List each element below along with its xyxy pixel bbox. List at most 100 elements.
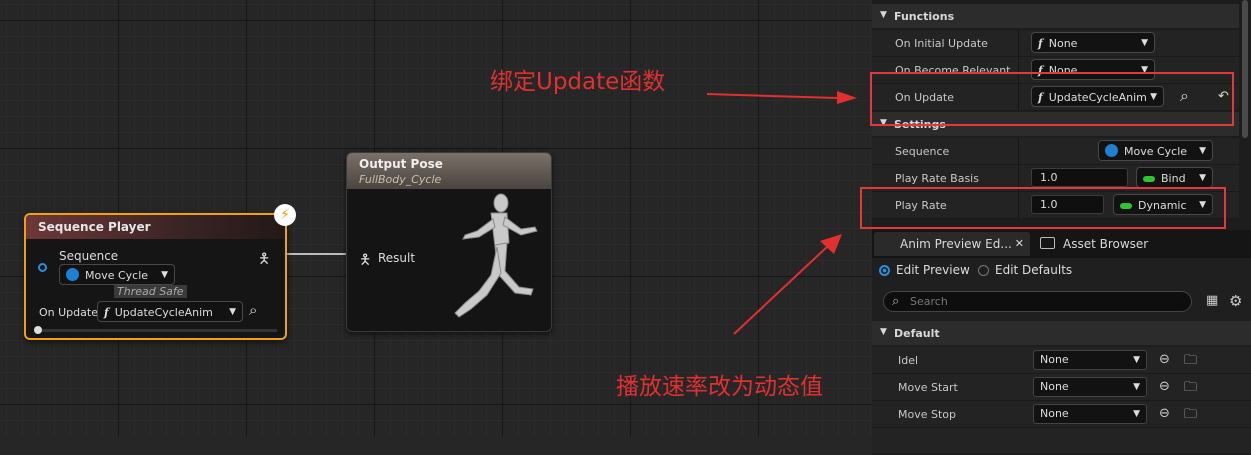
- pin-connector-icon[interactable]: [38, 263, 47, 272]
- dropdown-value: Move Cycle: [1124, 145, 1188, 158]
- result-pin-label: Result: [378, 251, 416, 265]
- search-input[interactable]: ⌕ Search: [883, 291, 1192, 312]
- function-icon: f: [1038, 37, 1043, 50]
- dropdown-value: Bind: [1161, 172, 1186, 185]
- edit-defaults-radio[interactable]: Edit Defaults: [978, 263, 1072, 277]
- idel-dropdown[interactable]: None ▼: [1033, 350, 1147, 370]
- section-title: Functions: [894, 10, 955, 23]
- function-icon: f: [104, 306, 109, 319]
- node-title: Sequence Player: [26, 215, 285, 239]
- thread-safe-badge: Thread Safe: [114, 285, 187, 298]
- bind-status-icon: [1143, 176, 1155, 182]
- functions-section-header[interactable]: ▼ Functions: [872, 4, 1239, 28]
- node-title: Output Pose: [359, 157, 443, 171]
- search-icon[interactable]: ⌕: [249, 301, 257, 319]
- anim-graph-canvas[interactable]: Sequence Player Sequence 🯅 Move Cycle ▼ …: [0, 0, 872, 436]
- row-on-initial-update: On Initial Update f None ▼: [872, 30, 1239, 57]
- sequence-player-node[interactable]: Sequence Player Sequence 🯅 Move Cycle ▼ …: [24, 213, 287, 340]
- collapse-arrow-icon: ▼: [880, 10, 887, 20]
- sequence-dropdown[interactable]: Move Cycle ▼: [1098, 140, 1213, 161]
- anim-sequence-icon: [66, 268, 79, 281]
- radio-unselected-icon: [978, 265, 989, 276]
- radio-label: Edit Preview: [896, 263, 970, 277]
- play-rate-basis-bind-dropdown[interactable]: Bind ▼: [1136, 167, 1213, 188]
- chevron-down-icon: ▼: [161, 270, 168, 280]
- on-update-label: On Update: [39, 306, 98, 319]
- node-subtitle: FullBody_Cycle: [359, 173, 442, 186]
- chevron-down-icon: ▼: [1133, 382, 1140, 392]
- browse-back-icon[interactable]: ⊖: [1159, 352, 1170, 367]
- gear-icon[interactable]: ⚙: [1229, 292, 1242, 310]
- output-pose-header: Output Pose FullBody_Cycle: [347, 153, 551, 189]
- tab-anim-preview[interactable]: Anim Preview Ed... ✕: [874, 232, 1030, 256]
- row-label: Move Start: [898, 381, 958, 394]
- dropdown-value: None: [1048, 37, 1078, 50]
- search-icon: ⌕: [892, 294, 900, 309]
- radio-label: Edit Defaults: [995, 263, 1073, 277]
- radio-selected-icon: [879, 265, 890, 276]
- section-title: Default: [894, 327, 940, 340]
- person-icon: 🯅: [258, 251, 271, 267]
- anim-preview-panel: Anim Preview Ed... ✕ Asset Browser Edit …: [872, 230, 1251, 455]
- chevron-down-icon: ▼: [229, 307, 236, 317]
- row-sequence: Sequence Move Cycle ▼: [872, 138, 1239, 165]
- sequence-value: Move Cycle: [85, 269, 149, 282]
- row-label: Idel: [898, 354, 919, 367]
- on-initial-update-dropdown[interactable]: f None ▼: [1031, 32, 1155, 53]
- sequence-dropdown[interactable]: Move Cycle ▼: [59, 264, 175, 285]
- search-placeholder: Search: [910, 295, 948, 308]
- move-start-dropdown[interactable]: None ▼: [1033, 377, 1147, 397]
- annotation-bind-update: 绑定Update函数: [490, 69, 666, 95]
- on-update-dropdown[interactable]: f UpdateCycleAnim ▼: [97, 301, 243, 322]
- find-in-browser-icon[interactable]: 🗀: [1184, 405, 1197, 427]
- dropdown-value: None: [1040, 380, 1069, 393]
- default-section-header[interactable]: ▼ Default: [872, 321, 1251, 345]
- annotation-arrow-icon: [706, 91, 857, 104]
- row-move-start: Move Start None ▼ ⊖ 🗀: [872, 374, 1251, 401]
- fast-path-icon: ⚡: [274, 204, 296, 226]
- chevron-down-icon: ▼: [1141, 38, 1148, 48]
- chevron-down-icon: ▼: [1199, 173, 1206, 183]
- mannequin-preview-icon: [454, 193, 538, 318]
- pose-wire: [285, 253, 350, 255]
- sequence-pin-label: Sequence: [59, 249, 119, 263]
- highlight-play-rate: [860, 187, 1226, 229]
- move-stop-dropdown[interactable]: None ▼: [1033, 404, 1147, 424]
- row-move-stop: Move Stop None ▼ ⊖ 🗀: [872, 401, 1251, 428]
- chevron-down-icon: ▼: [1133, 409, 1140, 419]
- table-view-icon[interactable]: ▦: [1206, 293, 1218, 308]
- row-label: Play Rate Basis: [895, 172, 979, 185]
- progress-track[interactable]: [38, 329, 277, 332]
- dropdown-value: None: [1040, 407, 1069, 420]
- annotation-dynamic-rate: 播放速率改为动态值: [616, 374, 823, 400]
- chevron-down-icon: ▼: [1199, 146, 1206, 156]
- column-divider: [1018, 30, 1019, 56]
- asset-browser-icon: [1040, 237, 1055, 249]
- close-icon[interactable]: ✕: [1015, 232, 1024, 256]
- output-pose-node[interactable]: Output Pose FullBody_Cycle 🯅 Result: [346, 152, 552, 332]
- annotation-arrow-icon: [733, 234, 842, 335]
- find-in-browser-icon[interactable]: 🗀: [1184, 351, 1197, 373]
- column-divider: [1018, 138, 1019, 164]
- row-idel: Idel None ▼ ⊖ 🗀: [872, 347, 1251, 374]
- person-icon: 🯅: [359, 252, 372, 268]
- anim-sequence-icon: [1105, 144, 1118, 157]
- browse-back-icon[interactable]: ⊖: [1159, 379, 1170, 394]
- highlight-on-update: [870, 72, 1234, 126]
- tab-label: Asset Browser: [1063, 237, 1149, 251]
- row-label: On Initial Update: [895, 37, 988, 50]
- row-partial: [872, 428, 1251, 455]
- chevron-down-icon: ▼: [1133, 355, 1140, 365]
- edit-preview-radio[interactable]: Edit Preview: [879, 263, 970, 277]
- row-label: Move Stop: [898, 408, 957, 421]
- on-update-value: UpdateCycleAnim: [114, 306, 213, 319]
- row-label: Sequence: [895, 145, 950, 158]
- tab-label: Anim Preview Ed...: [900, 237, 1012, 251]
- progress-handle[interactable]: [34, 326, 42, 334]
- tab-asset-browser[interactable]: Asset Browser: [1040, 232, 1190, 256]
- find-in-browser-icon[interactable]: 🗀: [1184, 378, 1197, 400]
- play-rate-basis-input[interactable]: 1.0: [1031, 168, 1128, 187]
- collapse-arrow-icon: ▼: [880, 327, 887, 337]
- details-scrollbar[interactable]: [1242, 0, 1248, 138]
- browse-back-icon[interactable]: ⊖: [1159, 406, 1170, 421]
